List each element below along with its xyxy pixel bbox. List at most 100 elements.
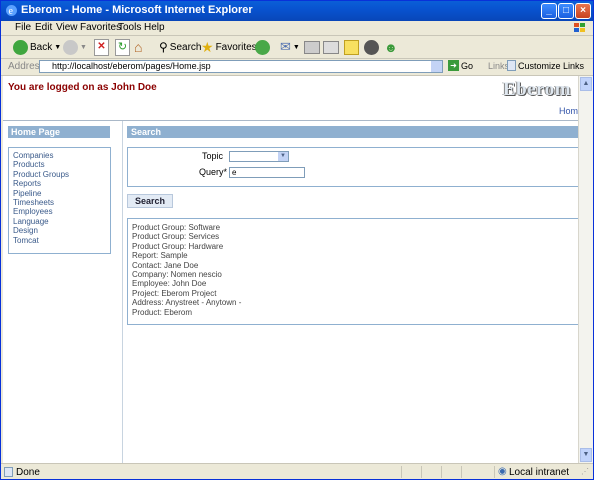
chevron-down-icon: ▼ [292,43,300,51]
mail-icon: ✉ [280,39,291,54]
status-divider [461,466,462,478]
status-divider [441,466,442,478]
result-item[interactable]: Company: Nomen nescio [132,270,576,279]
logo: Eberom [503,79,572,100]
svg-text:e: e [9,6,14,17]
messenger-button[interactable]: ☻ [384,37,398,57]
edit-button[interactable] [323,37,339,57]
search-submit-button[interactable]: Search [127,194,173,208]
result-item[interactable]: Address: Anystreet - Anytown - [132,298,576,307]
go-button[interactable]: ➜ Go [448,60,473,71]
history-icon [255,39,270,55]
menu-favorites[interactable]: Favorites [80,22,121,33]
nav-item-design[interactable]: Design [13,226,106,235]
main-header: Search [127,126,578,138]
home-link[interactable]: Home [559,106,578,116]
result-item[interactable]: Report: Sample [132,251,576,260]
status-bar: Done ◉ Local intranet ⋰ [1,463,593,480]
back-arrow-icon [13,39,28,55]
ie-icon: e [6,5,17,17]
title-bar: e Eberom - Home - Microsoft Internet Exp… [1,1,593,21]
home-icon: ⌂ [134,39,143,55]
url-text: http://localhost/eberom/pages/Home.jsp [52,61,211,71]
menu-help[interactable]: Help [144,22,165,33]
search-button[interactable]: ⚲ Search [159,37,201,57]
links-label[interactable]: Links [488,61,509,71]
close-button[interactable]: × [575,3,591,19]
scroll-down-icon[interactable]: ▼ [580,448,592,462]
print-button[interactable] [304,37,320,57]
menu-edit[interactable]: Edit [35,22,52,33]
refresh-icon: ↻ [115,38,130,56]
header-divider [3,120,578,121]
refresh-button[interactable]: ↻ [115,37,130,57]
home-button[interactable]: ⌂ [134,37,142,57]
zone-text: Local intranet [509,467,570,478]
result-item[interactable]: Product Group: Hardware [132,242,576,251]
windows-logo-icon [574,23,585,32]
topic-select[interactable]: ▼ [229,151,289,162]
search-label: Search [169,41,202,53]
back-label: Back [30,41,53,53]
go-arrow-icon: ➜ [448,60,459,71]
result-item[interactable]: Product: Eberom [132,308,576,317]
back-button[interactable]: Back ▼ [13,37,61,57]
go-label: Go [461,60,474,71]
logged-in-text: You are logged on as John Doe [8,82,157,93]
nav-item-product-groups[interactable]: Product Groups [13,170,106,179]
toolbar: Back ▼ ▼ ✕ ↻ ⌂ ⚲ Search ★ Favorites ✉ ▼ ☻ [1,36,593,59]
address-input[interactable]: http://localhost/eberom/pages/Home.jsp [39,60,443,73]
nav-item-reports[interactable]: Reports [13,179,106,188]
menu-bar: File Edit View Favorites Tools Help [1,21,593,36]
minimize-button[interactable]: _ [541,3,557,19]
chevron-down-icon[interactable] [431,61,442,72]
vertical-scrollbar[interactable]: ▲ ▼ [578,76,593,463]
mail-button[interactable]: ✉ ▼ [280,37,300,57]
nav-item-companies[interactable]: Companies [13,151,106,160]
nav-item-tomcat[interactable]: Tomcat [13,236,106,245]
forward-button[interactable]: ▼ [63,37,87,57]
column-divider [122,121,123,463]
customize-links[interactable]: Customize Links [507,60,584,71]
result-item[interactable]: Contact: Jane Doe [132,261,576,270]
chevron-down-icon: ▼ [278,152,288,161]
search-results: Product Group: Software Product Group: S… [127,218,578,325]
maximize-button[interactable]: □ [558,3,574,19]
menu-file[interactable]: File [15,22,31,33]
status-divider [401,466,402,478]
discuss-button[interactable] [344,37,359,57]
result-item[interactable]: Product Group: Software [132,223,576,232]
result-item[interactable]: Project: Eberom Project [132,289,576,298]
page-done-icon [4,467,13,477]
menu-view[interactable]: View [56,22,78,33]
scroll-up-icon[interactable]: ▲ [580,77,592,91]
research-icon [364,39,379,55]
status-text: Done [16,467,40,478]
nav-item-language[interactable]: Language [13,217,106,226]
search-icon: ⚲ [159,40,168,54]
nav-item-products[interactable]: Products [13,160,106,169]
nav-menu: Companies Products Product Groups Report… [8,147,111,254]
result-item[interactable]: Product Group: Services [132,232,576,241]
nav-item-timesheets[interactable]: Timesheets [13,198,106,207]
browser-window: e Eberom - Home - Microsoft Internet Exp… [0,0,594,480]
edit-icon [323,40,339,54]
research-button[interactable] [364,37,379,57]
menu-tools[interactable]: Tools [118,22,141,33]
chevron-down-icon: ▼ [80,43,87,51]
nav-item-employees[interactable]: Employees [13,207,106,216]
left-header: Home Page [8,126,110,138]
favorites-button[interactable]: ★ Favorites [201,37,257,57]
window-title: Eberom - Home - Microsoft Internet Explo… [21,4,253,16]
address-bar: Address http://localhost/eberom/pages/Ho… [1,59,593,76]
page-viewport: You are logged on as John Doe Eberom Hom… [3,76,578,463]
resize-grip-icon[interactable]: ⋰ [581,467,589,476]
query-input[interactable]: e [229,167,305,178]
nav-item-pipeline[interactable]: Pipeline [13,189,106,198]
result-item[interactable]: Employee: John Doe [132,279,576,288]
status-divider [421,466,422,478]
note-icon [344,39,359,55]
print-icon [304,40,320,54]
history-button[interactable] [255,37,270,57]
stop-button[interactable]: ✕ [94,37,109,57]
